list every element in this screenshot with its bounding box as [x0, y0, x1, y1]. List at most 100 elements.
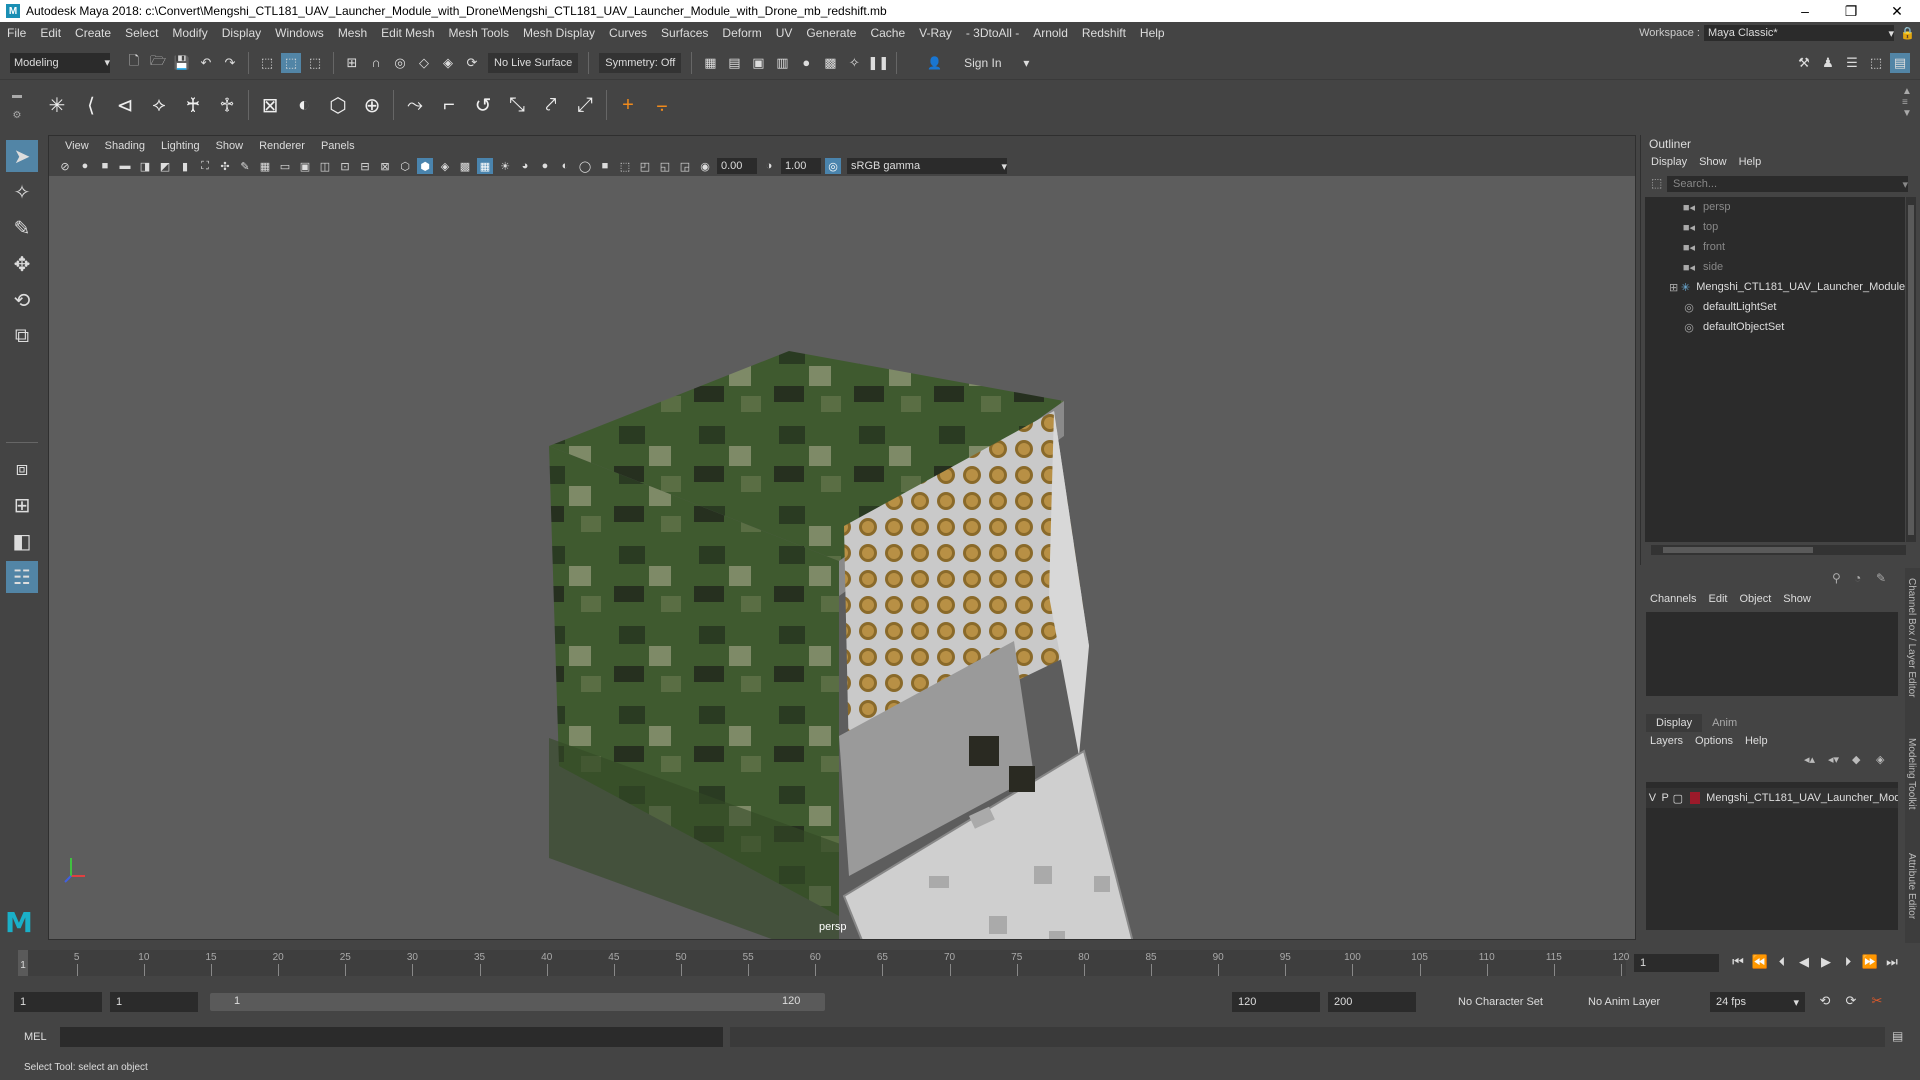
select-component-icon[interactable]: ⬚	[305, 53, 325, 73]
viewport-3d-canvas[interactable]	[49, 176, 1635, 1080]
vp-menu-lighting[interactable]: Lighting	[153, 140, 208, 152]
outliner-menu-help[interactable]: Help	[1733, 156, 1768, 168]
constraint-aim-icon[interactable]: ⤤	[536, 90, 566, 120]
xray-active-icon[interactable]: ◰	[637, 158, 653, 174]
hypershade-icon[interactable]: ●	[796, 53, 816, 73]
scale-tool-icon[interactable]: ⧉	[6, 320, 38, 352]
select-object-icon[interactable]: ⬚	[281, 52, 301, 73]
bookmark-icon[interactable]: ■	[97, 158, 113, 174]
outliner-vertical-scrollbar[interactable]	[1906, 197, 1916, 542]
vp-menu-panels[interactable]: Panels	[313, 140, 363, 152]
cb-menu-edit[interactable]: Edit	[1702, 593, 1733, 605]
ik-spline-icon[interactable]: ⟡	[144, 90, 174, 120]
gamma-icon[interactable]: ◑	[761, 158, 777, 174]
symmetry-dropdown[interactable]: Symmetry: Off	[599, 52, 682, 73]
outliner-menu-display[interactable]: Display	[1645, 156, 1693, 168]
playback-end-field[interactable]: 120	[1232, 992, 1320, 1012]
outliner-item-persp[interactable]: ■◂ persp	[1645, 197, 1905, 217]
menu-redshift[interactable]: Redshift	[1075, 26, 1133, 40]
maximize-button[interactable]: ❐	[1828, 3, 1874, 20]
workspace-dropdown[interactable]: Maya Classic* ▾	[1704, 25, 1894, 41]
motion-blur-icon[interactable]: ●	[537, 158, 553, 174]
shelf-scroll-arrows[interactable]: ▲ ≡ ▼	[1902, 86, 1914, 119]
vp-menu-renderer[interactable]: Renderer	[251, 140, 313, 152]
render-setup-icon[interactable]: ▩	[820, 53, 840, 73]
exposure-icon[interactable]: ◉	[697, 158, 713, 174]
command-language-label[interactable]: MEL	[24, 1031, 47, 1043]
safe-action-icon[interactable]: ⊟	[357, 158, 373, 174]
auto-key-icon[interactable]: ⟳	[1838, 993, 1864, 1011]
step-forward-key-icon[interactable]: ⏩	[1859, 954, 1881, 972]
ik-handle-icon[interactable]: ⊲	[110, 90, 140, 120]
le-menu-layers[interactable]: Layers	[1644, 735, 1689, 747]
channel-box-icon[interactable]: ▤	[1890, 52, 1910, 73]
use-lights-icon[interactable]: ▦	[477, 158, 493, 174]
tool-settings-icon[interactable]: ⬚	[1866, 53, 1886, 73]
snap-curve-icon[interactable]: ∩	[366, 53, 386, 73]
render-view-icon[interactable]: ▦	[700, 53, 720, 73]
loop-icon[interactable]: ⟲	[1812, 993, 1838, 1011]
four-view-icon[interactable]: ⊞	[6, 489, 38, 521]
render-frame-icon[interactable]: ▤	[724, 53, 744, 73]
aa-icon[interactable]: ◐	[557, 158, 573, 174]
outliner-item-default-object-set[interactable]: ◎ defaultObjectSet	[1645, 317, 1905, 337]
ipr-render-icon[interactable]: ▣	[748, 53, 768, 73]
backface-icon[interactable]: ◲	[677, 158, 693, 174]
constraint-pole-icon[interactable]: ⤢	[570, 90, 600, 120]
tab-anim[interactable]: Anim	[1702, 714, 1747, 732]
new-layer-icon[interactable]: ◆	[1852, 753, 1870, 769]
go-to-start-icon[interactable]: ⏮	[1727, 954, 1749, 972]
fps-dropdown[interactable]: 24 fps ▾	[1710, 992, 1805, 1012]
undo-icon[interactable]: ↶	[196, 53, 216, 73]
constraint-orient-icon[interactable]: ↺	[468, 90, 498, 120]
anim-layer-dropdown[interactable]: No Anim Layer	[1588, 996, 1660, 1008]
vp-menu-shading[interactable]: Shading	[97, 140, 153, 152]
menu-windows[interactable]: Windows	[268, 26, 331, 40]
cam-2d-pan-icon[interactable]: ◨	[137, 158, 153, 174]
color-management-icon[interactable]: ◎	[825, 158, 841, 174]
close-button[interactable]: ✕	[1874, 3, 1920, 20]
locator-icon[interactable]: ✳	[42, 90, 72, 120]
step-back-frame-icon[interactable]: ⏴	[1771, 954, 1793, 972]
menu-select[interactable]: Select	[118, 26, 165, 40]
edit-pin-icon[interactable]: ✎	[1876, 571, 1892, 587]
menu-mesh[interactable]: Mesh	[331, 26, 374, 40]
attribute-toggle-icon[interactable]: ◔	[1854, 571, 1870, 587]
outliner-menu-show[interactable]: Show	[1693, 156, 1733, 168]
tab-modeling-toolkit[interactable]: Modeling Toolkit	[1906, 738, 1917, 810]
sign-in-button[interactable]: 👤 Sign In ▾	[923, 53, 1033, 73]
outliner-layout-icon[interactable]: ☷	[6, 561, 38, 593]
move-layer-down-icon[interactable]: ◂▾	[1828, 753, 1846, 769]
cb-menu-channels[interactable]: Channels	[1644, 593, 1702, 605]
le-menu-help[interactable]: Help	[1739, 735, 1774, 747]
menu-curves[interactable]: Curves	[602, 26, 654, 40]
outliner-search-input[interactable]: Search... ▾	[1667, 176, 1908, 192]
select-camera-icon[interactable]: ⊘	[57, 158, 73, 174]
layer-row[interactable]: V P ▢ Mengshi_CTL181_UAV_Launcher_Module…	[1646, 788, 1898, 808]
step-back-key-icon[interactable]: ⏪	[1749, 954, 1771, 972]
vp-menu-view[interactable]: View	[57, 140, 97, 152]
play-backwards-icon[interactable]: ◀	[1793, 954, 1815, 972]
joint-icon[interactable]: ⟨	[76, 90, 106, 120]
gamma-field[interactable]: 1.00	[781, 158, 821, 174]
menu-uv[interactable]: UV	[769, 26, 800, 40]
channel-box-toggle-icon[interactable]: ⚲	[1832, 571, 1848, 587]
scroll-thumb[interactable]	[1663, 547, 1813, 553]
open-scene-icon[interactable]: 🗁	[148, 53, 168, 73]
menu-cache[interactable]: Cache	[863, 26, 912, 40]
new-scene-icon[interactable]: 🗋	[124, 53, 144, 73]
tab-display[interactable]: Display	[1646, 714, 1703, 732]
snap-grid-icon[interactable]: ⊞	[342, 53, 362, 73]
redo-icon[interactable]: ↷	[220, 53, 240, 73]
ao-icon[interactable]: ◕	[517, 158, 533, 174]
play-forwards-icon[interactable]: ▶	[1815, 954, 1837, 972]
xray-joints-icon[interactable]: ◱	[657, 158, 673, 174]
rig-icon[interactable]: ♱	[212, 90, 242, 120]
skeleton-icon[interactable]: ♰	[178, 90, 208, 120]
add-influence-icon[interactable]: +	[613, 90, 643, 120]
go-to-end-icon[interactable]: ⏭	[1881, 954, 1903, 972]
outliner-item-side[interactable]: ■◂ side	[1645, 257, 1905, 277]
step-forward-frame-icon[interactable]: ⏵	[1837, 954, 1859, 972]
menu-set-dropdown[interactable]: Modeling ▾	[10, 52, 110, 73]
move-layer-up-icon[interactable]: ◂▴	[1804, 753, 1822, 769]
